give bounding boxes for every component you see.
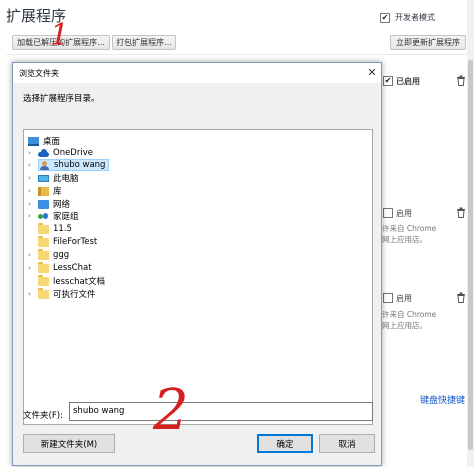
extension-status: 已启用: [396, 77, 420, 86]
chevron-right-icon[interactable]: ›: [28, 290, 34, 298]
desktop-icon: [28, 136, 39, 146]
cloud-icon: [38, 148, 49, 158]
network-icon: [38, 199, 49, 209]
dev-mode-label: 开发者模式: [395, 13, 435, 22]
tree-item-label: shubo wang: [54, 160, 106, 170]
folder-field-label: 文件夹(F):: [23, 411, 63, 421]
folder-icon: [38, 274, 49, 286]
tree-item-network[interactable]: 网络: [38, 198, 70, 210]
tree-item-folder[interactable]: 11.5: [38, 222, 72, 235]
tree-item-label: 家庭组: [53, 212, 79, 222]
ok-button[interactable]: 确定: [257, 434, 313, 453]
homegroup-icon: [38, 212, 49, 221]
chevron-right-icon[interactable]: ›: [28, 212, 34, 220]
tree-item-label: 此电脑: [53, 174, 79, 184]
tree-item-label: 网络: [53, 200, 71, 210]
tree-item-label: 桌面: [43, 137, 61, 147]
trash-icon[interactable]: [456, 75, 466, 86]
folder-icon: [38, 222, 49, 234]
folder-tree[interactable]: 桌面 › OneDrive › shubo wang › 此电脑 › 库 › 网…: [23, 129, 373, 425]
chevron-right-icon[interactable]: ›: [28, 264, 34, 272]
computer-icon: [38, 174, 49, 182]
extension-note: 许来自 Chrome: [382, 224, 437, 233]
tree-item-onedrive[interactable]: OneDrive: [38, 147, 93, 159]
user-icon: [39, 160, 50, 170]
chevron-right-icon[interactable]: ›: [28, 251, 34, 259]
folder-icon: [38, 287, 49, 299]
trash-icon[interactable]: [456, 207, 466, 218]
folder-icon: [38, 261, 49, 273]
new-folder-button[interactable]: 新建文件夹(M): [23, 434, 115, 453]
library-icon: [38, 186, 49, 196]
pack-extension-button[interactable]: 打包扩展程序...: [112, 35, 176, 50]
tree-item-label: ggg: [53, 250, 70, 260]
tree-item-label: 库: [53, 187, 62, 197]
cancel-button[interactable]: 取消: [319, 434, 375, 453]
update-extensions-button[interactable]: 立即更新扩展程序: [390, 35, 466, 50]
tree-item-folder[interactable]: FileForTest: [38, 235, 98, 248]
folder-icon: [38, 248, 49, 260]
tree-item-folder[interactable]: lesschat文档: [38, 274, 106, 287]
dev-mode-toggle[interactable]: ✔ 开发者模式: [380, 12, 435, 23]
tree-item-label: 可执行文件: [53, 290, 96, 300]
dialog-titlebar[interactable]: [13, 63, 381, 83]
tree-item-label: OneDrive: [53, 148, 93, 158]
extension-status: 启用: [396, 294, 412, 303]
load-unpacked-button[interactable]: 加载已解压的扩展程序...: [12, 35, 110, 50]
tree-item-libraries[interactable]: 库: [38, 185, 62, 197]
chevron-right-icon[interactable]: ›: [28, 174, 34, 182]
tree-item-folder[interactable]: 可执行文件: [38, 287, 96, 300]
chevron-right-icon[interactable]: ›: [28, 200, 34, 208]
dialog-title: 浏览文件夹: [19, 69, 59, 78]
chevron-right-icon[interactable]: ›: [28, 149, 34, 157]
folder-name-input[interactable]: shubo wang: [69, 402, 373, 421]
tree-item-folder[interactable]: LessChat: [38, 261, 92, 274]
tree-item-label: 11.5: [53, 224, 72, 234]
tree-item-this-pc[interactable]: 此电脑: [38, 172, 79, 184]
tree-item-desktop[interactable]: 桌面: [28, 135, 60, 147]
tree-item-homegroup[interactable]: 家庭组: [38, 210, 79, 222]
dev-mode-checkbox[interactable]: ✔: [380, 12, 390, 23]
chevron-right-icon[interactable]: ›: [28, 161, 34, 169]
tree-item-label: FileForTest: [53, 237, 98, 247]
extension-note: 网上应用店。: [382, 321, 427, 330]
folder-icon: [38, 235, 49, 247]
tree-item-label: lesschat文档: [53, 277, 106, 287]
chevron-right-icon[interactable]: ›: [28, 187, 34, 195]
browse-folder-dialog: 浏览文件夹 ✕ 选择扩展程序目录。 桌面 › OneDrive › shubo …: [12, 62, 382, 466]
header-divider: [6, 54, 468, 55]
tree-item-user[interactable]: shubo wang: [38, 159, 110, 171]
extension-enable-checkbox[interactable]: [383, 293, 393, 303]
keyboard-shortcuts-link[interactable]: 键盘快捷键: [420, 393, 465, 406]
extension-note: 许来自 Chrome: [382, 310, 437, 319]
tree-item-folder[interactable]: ggg: [38, 248, 70, 261]
extension-note: 网上应用店。: [382, 235, 427, 244]
tree-item-label: LessChat: [53, 263, 92, 273]
page-scrollbar[interactable]: [467, 0, 474, 467]
extension-status: 启用: [396, 209, 412, 218]
dialog-prompt: 选择扩展程序目录。: [23, 94, 100, 104]
trash-icon[interactable]: [456, 292, 466, 303]
close-icon[interactable]: ✕: [365, 65, 379, 79]
page-title: 扩展程序: [6, 7, 67, 25]
extension-enable-checkbox[interactable]: [383, 208, 393, 218]
extension-enable-checkbox[interactable]: ✔: [383, 76, 393, 86]
scrollbar-thumb[interactable]: [468, 60, 473, 450]
